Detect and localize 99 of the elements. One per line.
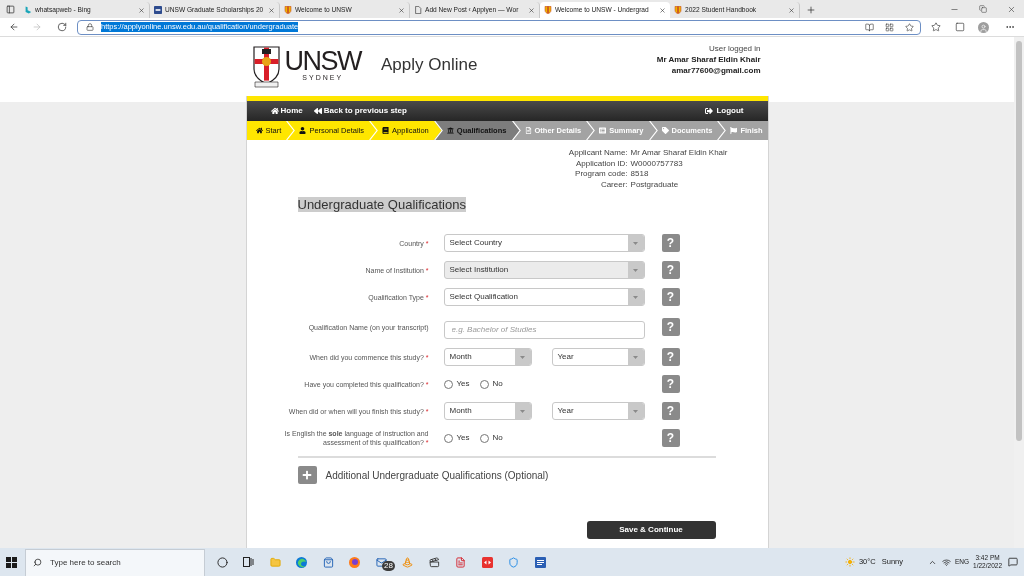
rewind-icon <box>313 107 322 115</box>
browser-globe-icon[interactable] <box>349 556 361 568</box>
scrollbar-thumb[interactable] <box>1016 41 1022 441</box>
chevron-separator-icon <box>648 121 658 140</box>
shopping-bag-icon[interactable] <box>322 556 334 568</box>
site-title: Apply Online <box>381 53 478 76</box>
list-icon <box>599 127 607 134</box>
logout-link[interactable]: Logout <box>705 105 744 117</box>
browser-swirl-icon[interactable] <box>296 556 308 568</box>
taskbar-search-field[interactable]: Type here to search <box>25 548 205 576</box>
text-input[interactable]: e.g. Bachelor of Studies <box>443 320 645 339</box>
crest-favicon-icon <box>284 6 292 14</box>
favorites-icon[interactable] <box>931 22 941 32</box>
info-value: W0000757783 <box>630 158 684 169</box>
radio-button[interactable] <box>479 433 489 443</box>
clapperboard-icon[interactable] <box>428 556 440 568</box>
new-tab-icon[interactable] <box>806 5 816 15</box>
document-tile-icon[interactable] <box>534 556 546 568</box>
close-icon[interactable] <box>788 6 795 14</box>
dropdown-field[interactable]: Select Qualification <box>443 288 645 306</box>
home-icon <box>270 107 279 115</box>
swoosh-favicon-icon <box>24 6 32 14</box>
expand-section-button[interactable] <box>297 466 317 484</box>
chevron-separator-icon <box>433 121 443 140</box>
document-icon <box>524 127 532 134</box>
star-icon[interactable] <box>905 22 914 32</box>
dropdown-field[interactable]: Month <box>443 402 532 420</box>
home-icon <box>255 127 263 134</box>
nav-link[interactable]: Back to previous step <box>313 105 407 117</box>
info-value: 8518 <box>630 169 650 180</box>
chevron-separator-icon <box>586 121 596 140</box>
info-label: Career: <box>599 179 628 190</box>
flag-icon <box>730 127 738 134</box>
pdf-icon[interactable] <box>455 556 467 568</box>
apps-icon[interactable] <box>885 22 894 32</box>
chevron-separator-icon <box>369 121 379 140</box>
radio-option[interactable]: No <box>479 432 503 444</box>
search-icon <box>33 557 42 567</box>
reader-view-icon[interactable] <box>865 22 874 32</box>
scrollbar[interactable] <box>1014 37 1024 548</box>
radio-option[interactable]: Yes <box>443 432 470 444</box>
radio-button[interactable] <box>443 433 453 443</box>
close-icon[interactable] <box>1007 4 1016 14</box>
sign-out-icon <box>705 107 714 115</box>
logo-wordmark: UNSW <box>284 48 361 74</box>
close-icon[interactable] <box>659 6 666 14</box>
arrows-app-icon[interactable] <box>481 556 493 568</box>
user-email: amar77600@gmail.com <box>671 65 761 76</box>
dropdown-field[interactable]: Select Country <box>443 234 645 252</box>
collections-icon[interactable] <box>955 22 965 32</box>
plus-icon <box>302 470 312 480</box>
info-label: Program code: <box>574 169 628 180</box>
start-menu-icon[interactable] <box>6 556 17 568</box>
info-label: Application ID: <box>574 158 628 169</box>
dropdown-field[interactable]: Year <box>551 348 645 366</box>
dropdown-field[interactable]: Month <box>443 348 532 366</box>
section-heading: Undergraduate Qualifications <box>297 197 466 212</box>
info-value: Mr Amar Sharaf Eldin Khair <box>630 148 728 159</box>
dropdown-field[interactable]: Year <box>551 402 645 420</box>
profile-avatar-icon[interactable] <box>978 21 989 33</box>
back-icon[interactable] <box>9 22 19 32</box>
chevron-separator-icon <box>511 121 521 140</box>
user-icon <box>299 127 307 134</box>
radio-option[interactable]: Yes <box>443 378 470 390</box>
close-icon[interactable] <box>268 6 275 14</box>
radio-button[interactable] <box>479 379 489 389</box>
badge-count: 28 <box>382 561 395 571</box>
close-icon[interactable] <box>398 6 405 14</box>
traffic-cone-icon[interactable] <box>402 556 414 568</box>
radio-button[interactable] <box>443 379 453 389</box>
user-name: Mr Amar Sharaf Eldin Khair <box>656 54 761 65</box>
info-value: Postgraduate <box>630 179 680 190</box>
shield-crest-icon <box>252 46 280 88</box>
close-icon[interactable] <box>528 6 535 14</box>
radio-option[interactable]: No <box>479 378 503 390</box>
tile-favicon-icon <box>154 6 162 14</box>
chevron-separator-icon <box>717 121 727 140</box>
crest-favicon-icon <box>544 6 552 14</box>
close-icon[interactable] <box>138 6 145 14</box>
book-icon <box>382 127 390 134</box>
info-label: Applicant Name: <box>568 148 628 159</box>
crest-favicon-icon <box>674 6 682 14</box>
page-favicon-icon <box>414 6 422 14</box>
circle-icon[interactable] <box>216 556 228 568</box>
chevron-separator-icon <box>286 121 296 140</box>
restore-icon[interactable] <box>979 5 987 13</box>
notification-icon[interactable] <box>1008 557 1018 567</box>
user-caption: User logged in <box>708 43 761 54</box>
task-view-icon[interactable] <box>243 557 255 567</box>
tag-icon <box>661 127 669 134</box>
lock-icon[interactable] <box>86 23 94 31</box>
tab-actions-icon[interactable] <box>5 4 15 14</box>
network-icon[interactable] <box>942 557 951 567</box>
shield-icon[interactable] <box>508 556 520 568</box>
bank-icon <box>446 127 454 134</box>
refresh-icon[interactable] <box>57 22 67 32</box>
expand-section-label[interactable]: Additional Undergraduate Qualifications (Optional) <box>325 467 549 483</box>
nav-link[interactable]: Home <box>270 105 303 117</box>
save-continue-button[interactable]: Save & Continue <box>586 521 716 539</box>
